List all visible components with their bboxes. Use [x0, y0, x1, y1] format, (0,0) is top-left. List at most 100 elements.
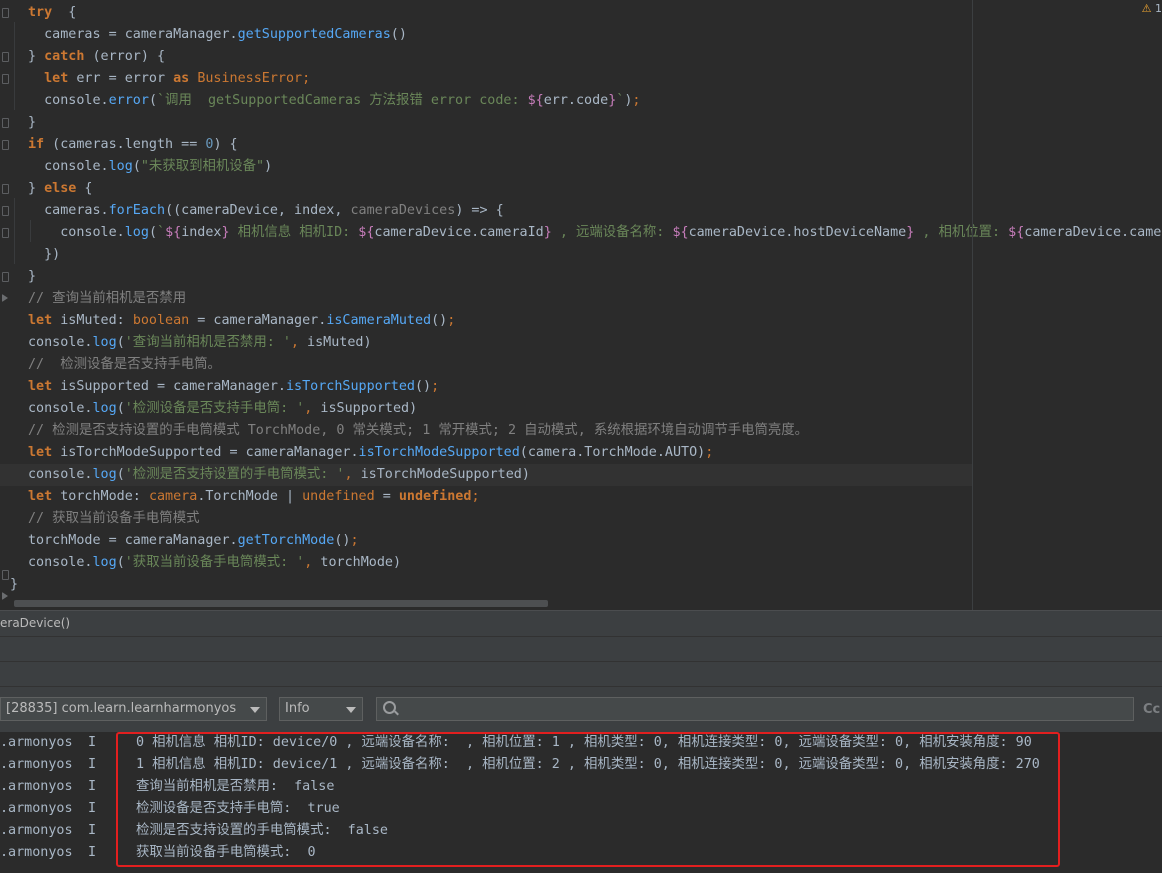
code-token: console.	[28, 159, 109, 174]
log-tag: .armonyos	[0, 757, 73, 772]
code-token: isMuted:	[52, 313, 133, 328]
code-token: (camera.TorchMode.AUTO)	[519, 445, 706, 460]
fold-marker-icon[interactable]	[2, 570, 9, 580]
code-token: // 查询当前相机是否禁用	[28, 291, 187, 306]
code-token: cameraDevice.cameraId	[374, 225, 544, 240]
code-token: forEach	[108, 203, 166, 218]
code-line: // 检测设备是否支持手电筒。	[28, 354, 221, 376]
code-token: ;	[302, 71, 311, 86]
code-token: }	[28, 49, 45, 64]
warning-icon: ⚠	[1141, 2, 1152, 15]
horizontal-scrollbar[interactable]	[14, 600, 548, 607]
fold-marker-icon[interactable]	[2, 294, 8, 302]
code-line: if (cameras.length == 0) {	[28, 134, 238, 156]
breadcrumb[interactable]: eraDevice()	[0, 610, 1162, 636]
code-token: cameras.	[28, 203, 109, 218]
log-tag: .armonyos	[0, 845, 73, 860]
log-tag: .armonyos	[0, 735, 73, 750]
code-line: cameras = cameraManager.getSupportedCame…	[28, 24, 407, 46]
code-token: ;	[350, 533, 359, 548]
code-token: ${	[672, 225, 689, 240]
fold-marker-icon[interactable]	[2, 206, 9, 216]
fold-marker-icon[interactable]	[2, 228, 9, 238]
code-token: (error) {	[84, 49, 166, 64]
code-token: ;	[447, 313, 456, 328]
fold-marker-icon[interactable]	[2, 140, 9, 150]
code-token: = cameraManager.	[189, 313, 327, 328]
fold-marker-icon[interactable]	[2, 272, 9, 282]
warning-indicator[interactable]: ⚠ 1	[1142, 2, 1162, 15]
fold-marker-icon[interactable]	[2, 592, 8, 600]
code-line: console.log(`${index} 相机信息 相机ID: ${camer…	[28, 222, 1162, 244]
code-line: let isMuted: boolean = cameraManager.isC…	[28, 310, 455, 332]
code-token: let	[28, 313, 53, 328]
code-editor[interactable]: try { cameras = cameraManager.getSupport…	[0, 0, 1162, 610]
code-token: let	[44, 71, 69, 86]
log-search-input[interactable]	[399, 698, 1123, 722]
code-line: let isSupported = cameraManager.isTorchS…	[28, 376, 439, 398]
code-token: log	[92, 401, 117, 416]
code-token: ${	[165, 225, 182, 240]
code-line: // 查询当前相机是否禁用	[28, 288, 186, 310]
code-token: let	[28, 379, 53, 394]
code-line: torchMode = cameraManager.getTorchMode()…	[28, 530, 359, 552]
log-tag: .armonyos	[0, 801, 73, 816]
log-search[interactable]	[376, 697, 1134, 722]
code-line: // 检测是否支持设置的手电筒模式 TorchMode, 0 常关模式; 1 常…	[28, 420, 808, 442]
code-token: torchMode)	[312, 555, 402, 570]
code-token: (	[148, 93, 157, 108]
code-line: let err = error as BusinessError;	[28, 68, 310, 90]
code-token: else	[44, 181, 77, 196]
code-token: err.code	[543, 93, 609, 108]
indent-guide	[14, 22, 15, 110]
process-select[interactable]: [28835] com.learn.learnharmonyos	[0, 697, 267, 721]
indent-guide	[14, 198, 15, 264]
log-level: I	[88, 823, 97, 838]
code-token: getSupportedCameras	[237, 27, 391, 42]
code-line: let isTorchModeSupported = cameraManager…	[28, 442, 713, 464]
highlight-annotation	[116, 732, 1060, 867]
fold-marker-icon[interactable]	[2, 184, 9, 194]
code-token: isTorchModeSupported	[358, 445, 520, 460]
code-line: console.log('检测是否支持设置的手电筒模式: ', isTorchM…	[0, 464, 972, 486]
code-token: try	[28, 5, 53, 20]
code-line: } catch (error) {	[28, 46, 165, 68]
code-token: ,	[290, 335, 299, 350]
code-token: }	[28, 115, 37, 130]
editor-gutter	[0, 0, 9, 610]
breadcrumb-item[interactable]: eraDevice()	[0, 616, 70, 630]
code-token: ${	[527, 93, 544, 108]
fold-marker-icon[interactable]	[2, 118, 9, 128]
fold-marker-icon[interactable]	[2, 74, 9, 84]
fold-marker-icon[interactable]	[2, 8, 9, 18]
code-token: log	[92, 467, 117, 482]
code-token: BusinessError	[197, 71, 303, 86]
panel-header	[0, 636, 1162, 662]
code-line: console.log('查询当前相机是否禁用: ', isMuted)	[28, 332, 372, 354]
code-token: ) => {	[455, 203, 504, 218]
code-token: cameraDevice.cameraPosition	[1024, 225, 1162, 240]
code-token: 相机信息 相机ID:	[229, 225, 359, 240]
log-level: I	[88, 757, 97, 772]
code-token: let	[28, 445, 53, 460]
code-token: ;	[632, 93, 641, 108]
code-token: err = error	[68, 71, 174, 86]
code-line: try {	[28, 2, 76, 24]
code-token: cameras = cameraManager.	[28, 27, 238, 42]
log-tag: .armonyos	[0, 823, 73, 838]
code-token: {	[76, 181, 93, 196]
log-level-select[interactable]: Info	[279, 697, 363, 721]
code-line: })	[28, 244, 60, 266]
code-token: torchMode = cameraManager.	[28, 533, 238, 548]
code-token: isCameraMuted	[326, 313, 432, 328]
fold-marker-icon[interactable]	[2, 52, 9, 62]
panel-subheader	[0, 661, 1162, 687]
code-token: ;	[471, 489, 480, 504]
code-token: ()	[431, 313, 448, 328]
code-token: console.	[28, 225, 125, 240]
code-token: boolean	[132, 313, 190, 328]
match-case-toggle[interactable]: Cc	[1143, 702, 1160, 717]
code-token: let	[28, 489, 53, 504]
code-token: torchMode:	[52, 489, 149, 504]
